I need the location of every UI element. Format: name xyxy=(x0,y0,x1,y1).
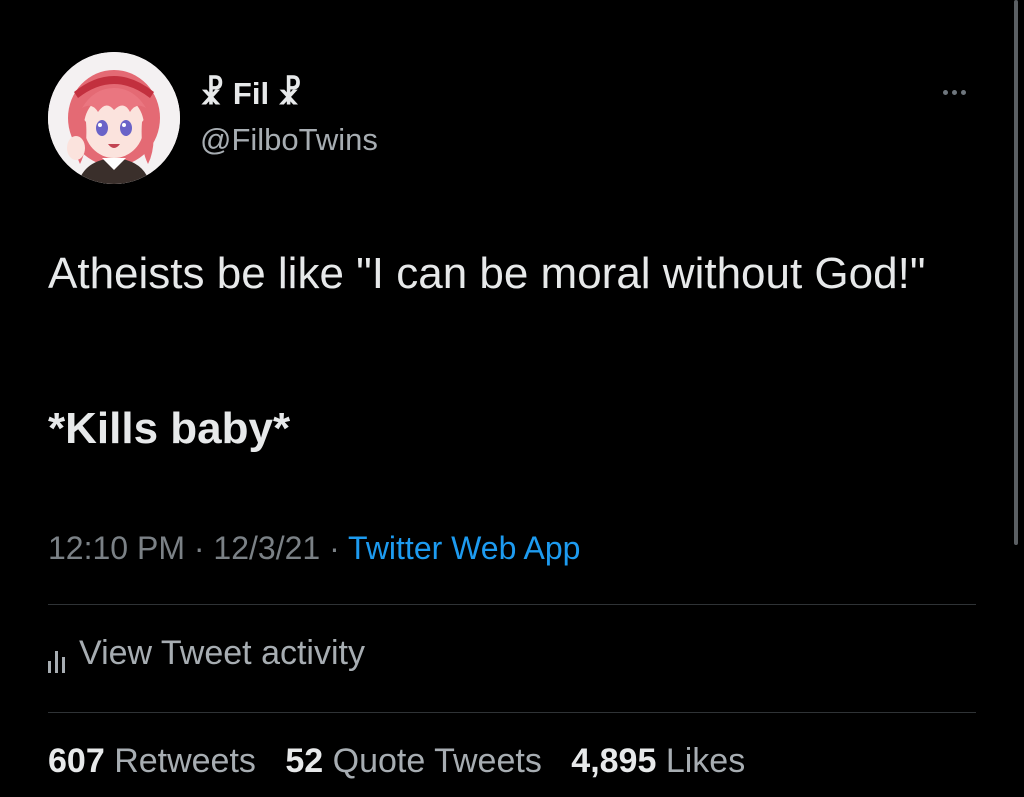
retweets-stat[interactable]: 607 Retweets xyxy=(48,742,265,780)
meta-separator: · xyxy=(193,530,205,566)
view-tweet-activity-label: View Tweet activity xyxy=(79,634,365,672)
tweet-text: Atheists be like "I can be moral without… xyxy=(48,249,926,298)
divider xyxy=(48,604,976,605)
tweet-source-link[interactable]: Twitter Web App xyxy=(348,530,580,566)
view-tweet-activity-button[interactable]: View Tweet activity xyxy=(48,634,365,673)
scrollbar[interactable] xyxy=(1014,0,1018,545)
anime-girl-avatar xyxy=(48,52,180,184)
more-horizontal-icon-dot xyxy=(960,89,966,95)
meta-separator: · xyxy=(329,530,340,566)
tweet-time[interactable]: 12:10 PM xyxy=(48,530,185,566)
tweet-date[interactable]: 12/3/21 xyxy=(213,530,320,566)
tweet-meta: 12:10 PM · 12/3/21 · Twitter Web App xyxy=(48,530,580,567)
more-options-button[interactable] xyxy=(930,78,978,106)
tweet-action-text: *Kills baby* xyxy=(48,404,291,453)
tweet-stats: 607 Retweets 52 Quote Tweets 4,895 Likes xyxy=(48,742,765,781)
more-horizontal-icon xyxy=(942,89,948,95)
retweets-count: 607 xyxy=(48,742,105,780)
quote-tweets-count: 52 xyxy=(285,742,324,780)
likes-label: Likes xyxy=(665,742,746,780)
retweets-label: Retweets xyxy=(114,742,256,780)
author-handle[interactable]: @FilboTwins xyxy=(200,122,378,158)
analytics-icon xyxy=(48,643,65,673)
more-horizontal-icon-dot xyxy=(951,89,957,95)
author-avatar[interactable] xyxy=(48,52,180,184)
author-display-name[interactable]: ☧ Fil ☧ xyxy=(200,76,302,112)
quote-tweets-stat[interactable]: 52 Quote Tweets xyxy=(285,742,551,780)
divider xyxy=(48,712,976,713)
likes-stat[interactable]: 4,895 Likes xyxy=(571,742,745,780)
likes-count: 4,895 xyxy=(571,742,657,780)
quote-tweets-label: Quote Tweets xyxy=(332,742,542,780)
